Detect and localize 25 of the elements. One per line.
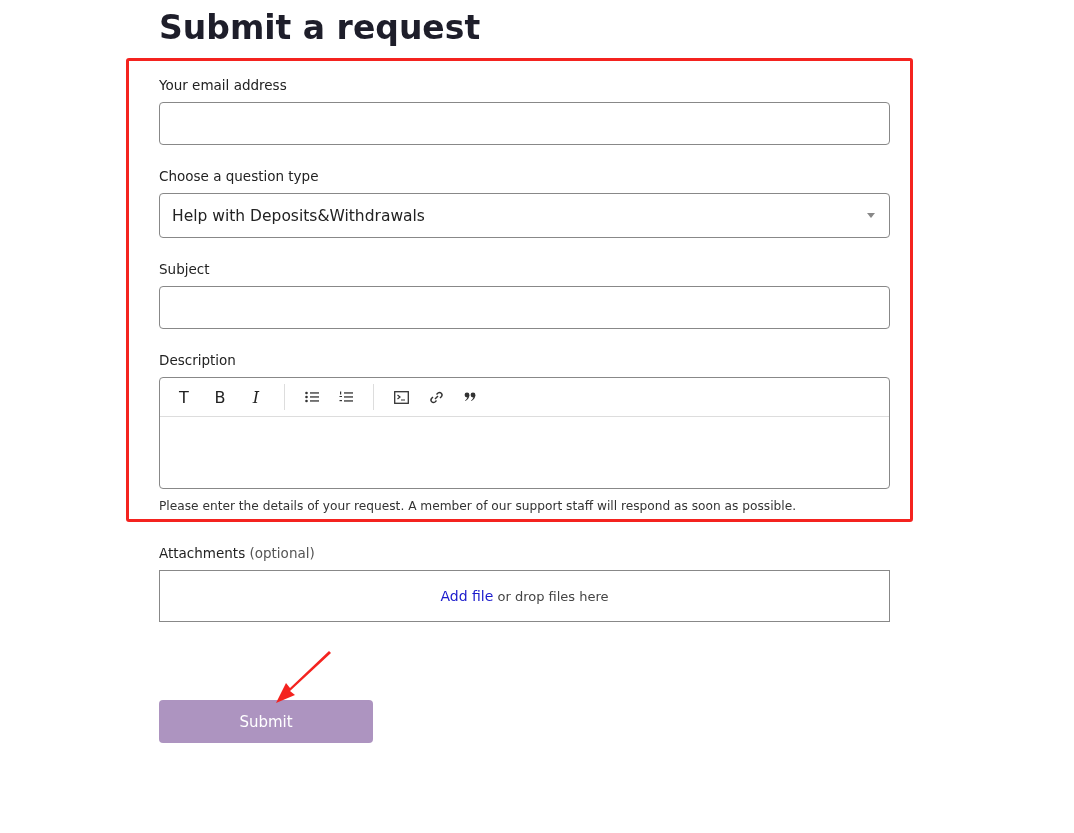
optional-note: (optional) (249, 545, 315, 561)
drop-hint: or drop files here (497, 588, 609, 604)
field-label: Description (159, 351, 237, 369)
format-button[interactable]: T (176, 387, 192, 407)
caret-icon (867, 213, 875, 218)
input-field[interactable] (159, 286, 890, 329)
dropdown[interactable]: Help with Deposits&Withdrawals (159, 193, 890, 238)
link-icon[interactable] (429, 389, 444, 405)
help-text: Please enter the details of your request. A member of our support staff will respond as soon as possible. (159, 499, 798, 513)
format-button[interactable]: B (212, 387, 228, 407)
field-label: Attachments (159, 545, 246, 561)
file-drop-zone[interactable]: Add file or drop files here (159, 570, 890, 622)
input-field[interactable] (159, 102, 890, 145)
quote-icon[interactable] (464, 392, 476, 402)
numbered-list-icon[interactable] (339, 391, 353, 403)
annotation-arrow (276, 650, 332, 704)
format-button[interactable]: I (248, 387, 264, 407)
bullet-list-icon[interactable] (305, 391, 319, 403)
code-block-icon[interactable] (394, 390, 409, 404)
field-label: Choose a question type (159, 167, 320, 185)
add-file-link[interactable]: Add file (440, 588, 494, 604)
field-label: Your email address (159, 76, 288, 94)
text-editor[interactable]: T B I (159, 377, 890, 489)
field-label: Subject (159, 260, 211, 278)
page-title: Submit a request (159, 8, 482, 48)
